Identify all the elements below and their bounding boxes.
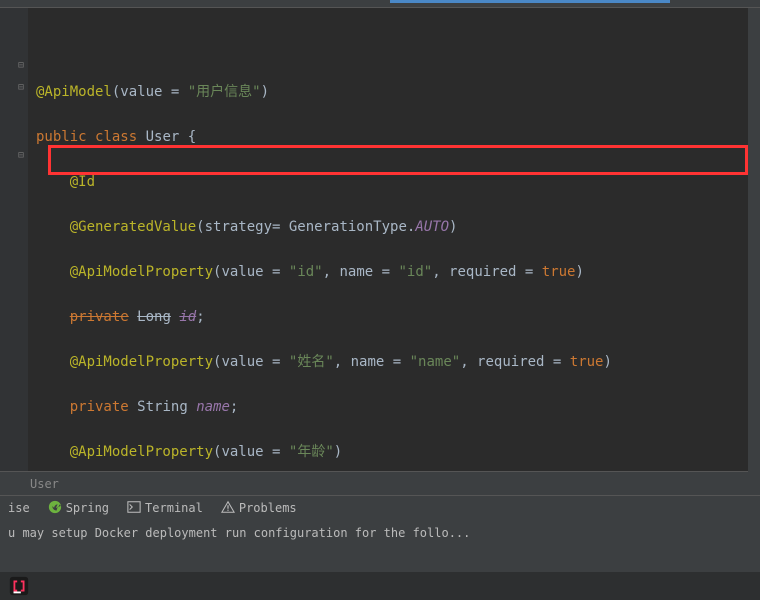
gutter: ⊟ ⊟ ⊟ [0,8,28,495]
breadcrumb-item[interactable]: User [30,477,59,491]
bottom-panel: ise Spring Terminal Problems u may setup… [0,495,760,600]
status-bar [0,572,760,600]
fold-icon[interactable]: ⊟ [18,150,26,158]
code-block[interactable]: @ApiModel(value = "用户信息") public class U… [36,58,755,495]
bottom-tabs: ise Spring Terminal Problems [0,496,760,520]
spring-icon [48,500,62,517]
annotation: @ApiModel [36,84,112,100]
active-tab-indicator [390,0,670,3]
tab-spring[interactable]: Spring [48,500,109,517]
editor-area[interactable]: ⊟ ⊟ ⊟ @ApiModel(value = "用户信息") public c… [0,8,760,495]
scrollbar[interactable] [748,8,760,495]
fold-icon[interactable]: ⊟ [18,82,26,90]
notification-text: u may setup Docker deployment run config… [0,520,760,546]
intellij-icon[interactable] [8,575,30,597]
fold-icon[interactable]: ⊟ [18,60,26,68]
terminal-icon [127,500,141,517]
breadcrumb-bar[interactable]: User [0,471,760,495]
tab-partial[interactable]: ise [8,501,30,515]
warning-icon [221,500,235,517]
top-bar [0,0,760,8]
tab-problems[interactable]: Problems [221,500,297,517]
tab-terminal[interactable]: Terminal [127,500,203,517]
